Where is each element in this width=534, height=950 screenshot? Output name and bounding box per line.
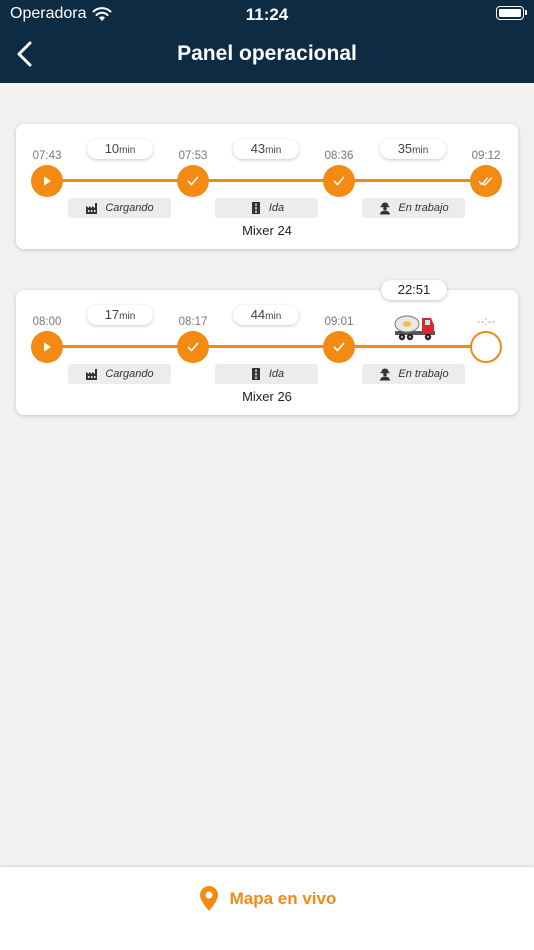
battery-icon [496, 6, 527, 20]
node-time: 08:00 [32, 316, 62, 328]
node-time: 09:01 [324, 316, 354, 328]
timeline-segment [339, 345, 486, 348]
pending-node [470, 331, 502, 363]
check-icon [333, 342, 345, 352]
timeline-segment [193, 345, 339, 348]
duration-badge: 35min [380, 139, 446, 159]
end-node [470, 165, 502, 197]
status-time: 11:24 [245, 5, 289, 24]
step-node [177, 165, 209, 197]
play-icon [44, 176, 51, 186]
timeline-segment [47, 179, 193, 182]
mixer-truck-icon [394, 315, 435, 341]
node-time: 07:53 [178, 150, 208, 162]
check-icon [333, 176, 345, 186]
step-node [177, 331, 209, 363]
duration-badge: 10min [87, 139, 153, 159]
mixer-name: Mixer 26 [242, 389, 292, 404]
page-title: Panel operacional [177, 42, 357, 65]
node-time: --:-- [476, 316, 496, 328]
phase-label: Cargando [68, 198, 171, 218]
elapsed-time-badge: 22:51 [381, 280, 447, 300]
mixer-name: Mixer 24 [242, 223, 292, 238]
phase-label: En trabajo [362, 198, 465, 218]
timeline-segment [193, 179, 339, 182]
top-bar: Operadora 11:24 Panel operacional [0, 0, 534, 83]
step-node [323, 331, 355, 363]
duration-badge: 44min [233, 305, 299, 325]
phase-label: Cargando [68, 364, 171, 384]
factory-icon [86, 369, 98, 380]
road-icon [251, 202, 260, 214]
double-check-icon [478, 177, 493, 186]
duration-badge: 43min [233, 139, 299, 159]
check-icon [187, 176, 199, 186]
step-node [323, 165, 355, 197]
node-time: 07:43 [32, 150, 62, 162]
phase-label: Ida [215, 198, 318, 218]
status-bar: Operadora 11:24 [0, 0, 534, 28]
start-node [31, 331, 63, 363]
play-icon [44, 342, 51, 352]
phase-label: Ida [215, 364, 318, 384]
mixer-card[interactable]: 07:43 07:53 08:36 09:12 10min 43min 35mi… [16, 124, 518, 249]
start-node [31, 165, 63, 197]
node-time: 09:12 [471, 150, 501, 162]
check-icon [187, 342, 199, 352]
timeline-segment [47, 345, 193, 348]
mixer-card[interactable]: 22:51 08:00 08:17 09:01 --:-- 17min 44mi… [16, 280, 518, 415]
map-pin-icon [199, 886, 218, 911]
node-time: 08:17 [178, 316, 208, 328]
worker-icon [380, 368, 391, 381]
factory-icon [86, 203, 98, 214]
live-map-button[interactable]: Mapa en vivo [0, 884, 534, 914]
phase-label: En trabajo [362, 364, 465, 384]
worker-icon [380, 202, 391, 215]
bottom-bar: Mapa en vivo [0, 867, 534, 950]
duration-badge: 17min [87, 305, 153, 325]
node-time: 08:36 [324, 150, 354, 162]
timeline-segment [339, 179, 486, 182]
road-icon [251, 368, 260, 380]
live-map-label: Mapa en vivo [229, 889, 337, 908]
